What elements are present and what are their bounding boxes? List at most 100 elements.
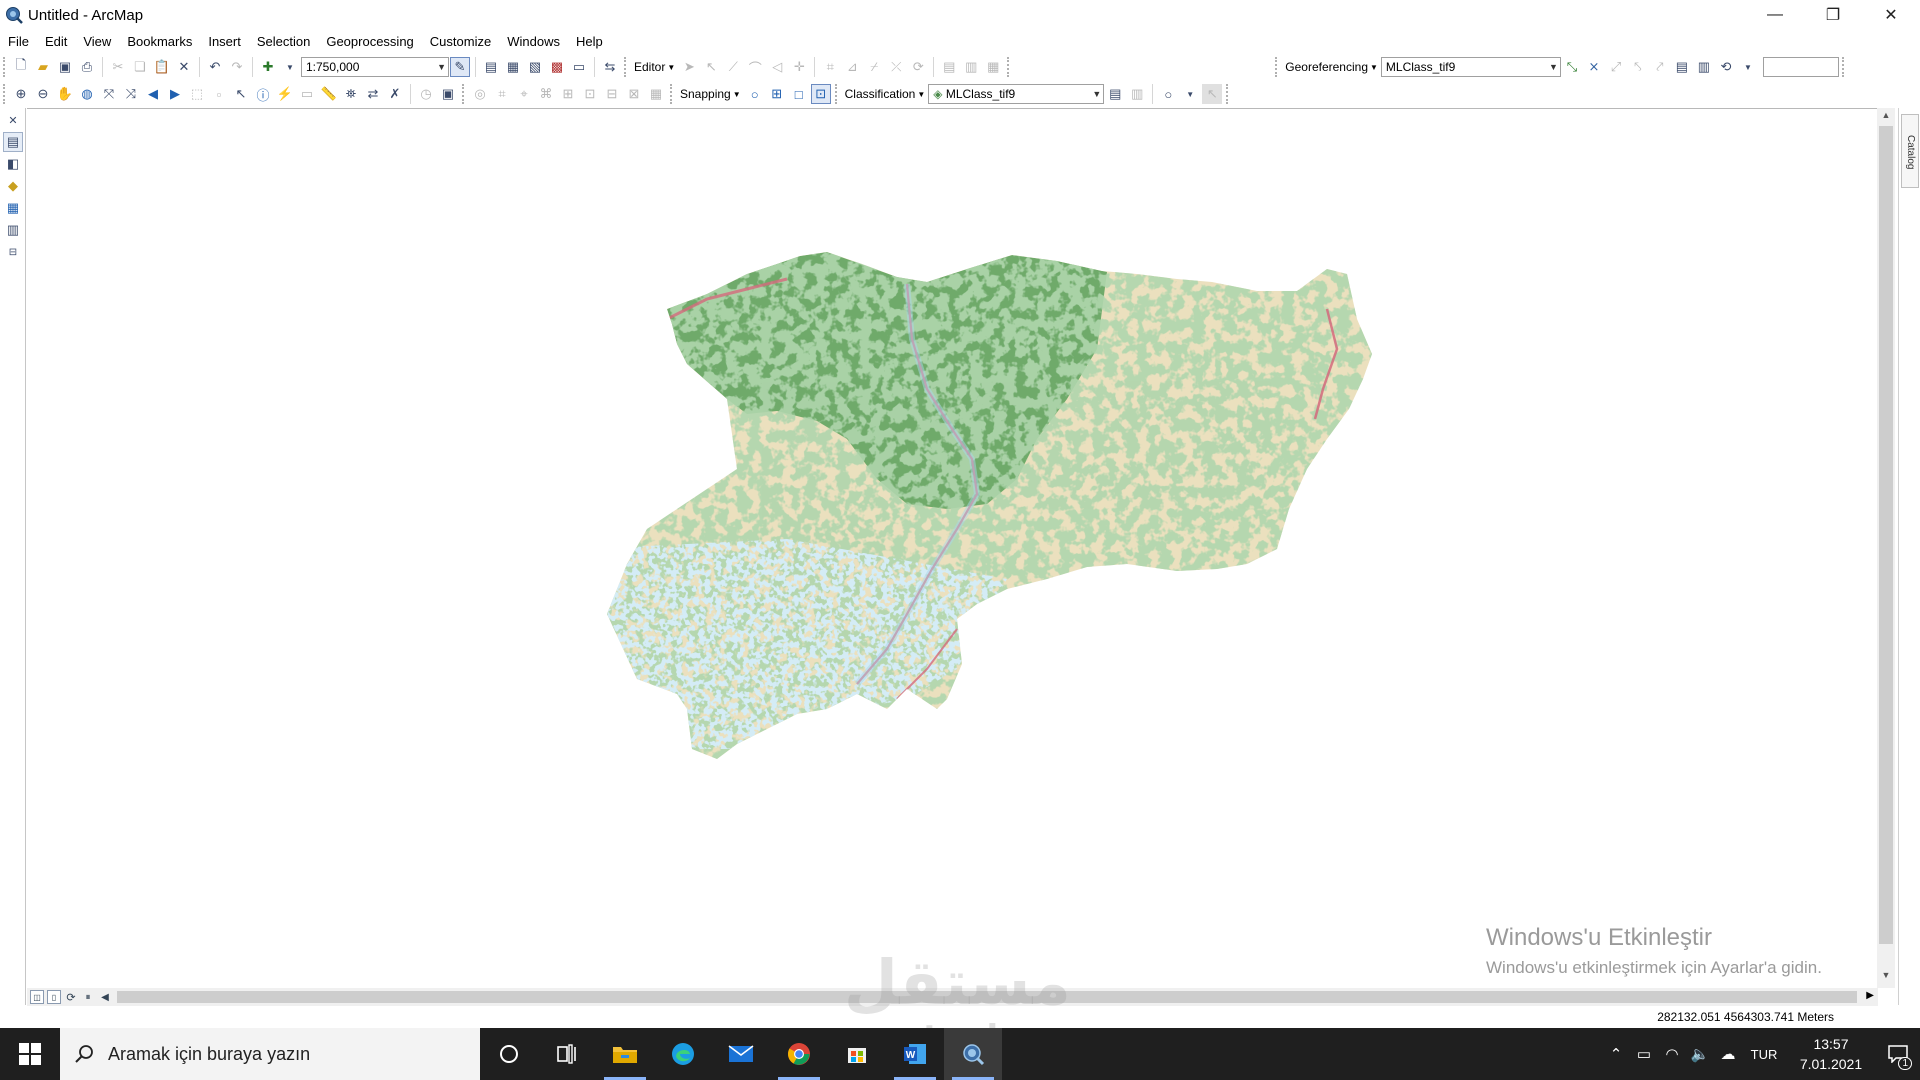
split-icon[interactable]: ⤫ <box>886 57 906 77</box>
layers-tab-icon[interactable]: ◆ <box>3 176 23 196</box>
shift-icon[interactable]: ⤢ <box>1606 57 1626 77</box>
battery-icon[interactable]: ▭ <box>1630 1045 1658 1063</box>
georef-input[interactable] <box>1762 57 1839 77</box>
georef-layer-combo[interactable]: MLClass_tif9 ▼ <box>1380 57 1561 77</box>
arctoolbox-icon[interactable]: ▩ <box>547 57 567 77</box>
open-folder-icon[interactable]: ▰ <box>33 57 53 77</box>
create-viewer-window-icon[interactable]: ▣ <box>438 84 458 104</box>
cut-icon[interactable]: ✂ <box>108 57 128 77</box>
snapping-toolbar-icon[interactable]: ◎ <box>470 84 490 104</box>
topology-edit-icon[interactable]: ⌘ <box>536 84 556 104</box>
validate-icon[interactable]: ⊡ <box>580 84 600 104</box>
notification-center-button[interactable]: 1 <box>1876 1028 1920 1080</box>
menu-bookmarks[interactable]: Bookmarks <box>119 34 200 49</box>
draw-dropdown-icon[interactable]: ▼ <box>1180 84 1200 104</box>
map-topology-icon[interactable]: ⌖ <box>514 84 534 104</box>
identify-icon[interactable]: ⓘ <box>253 84 273 104</box>
scroll-right-icon[interactable]: ▶ <box>1866 990 1874 1001</box>
close-button[interactable]: ✕ <box>1862 0 1920 30</box>
measure-icon[interactable]: 📏 <box>319 84 339 104</box>
reshape-icon[interactable]: ⊿ <box>842 57 862 77</box>
point-icon[interactable]: ✛ <box>789 57 809 77</box>
microsoft-store-button[interactable] <box>828 1028 886 1080</box>
scroll-up-icon[interactable]: ▲ <box>1877 110 1895 126</box>
undo-icon[interactable]: ↶ <box>205 57 225 77</box>
classification-menu[interactable]: Classification ▼ <box>842 87 929 101</box>
source-tab-icon[interactable]: ◧ <box>3 154 23 174</box>
print-icon[interactable]: ⎙ <box>77 57 97 77</box>
auto-registration-icon[interactable]: ⟲ <box>1716 57 1736 77</box>
endpoint-arc-icon[interactable]: ⌒ <box>745 57 765 77</box>
georeferencing-menu[interactable]: Georeferencing ▼ <box>1282 60 1381 74</box>
redo-icon[interactable]: ↷ <box>227 57 247 77</box>
menu-windows[interactable]: Windows <box>499 34 568 49</box>
paste-icon[interactable]: 📋 <box>152 57 172 77</box>
straight-segment-icon[interactable]: ⟋ <box>723 57 743 77</box>
forward-extent-icon[interactable]: ▶ <box>165 84 185 104</box>
full-extent-globe-icon[interactable]: ◍ <box>77 84 97 104</box>
rotate-georef-icon[interactable]: ⤡ <box>1562 57 1582 77</box>
editor-toolbar-icon[interactable]: ✎ <box>450 57 470 77</box>
attributes-icon[interactable]: ▤ <box>939 57 959 77</box>
link-table-icon[interactable]: ▤ <box>1672 57 1692 77</box>
snapping-menu[interactable]: Snapping ▼ <box>677 87 744 101</box>
layout-view-icon[interactable]: ▯ <box>47 990 61 1004</box>
fixed-zoom-in-icon[interactable]: ⤧ <box>99 84 119 104</box>
zoom-out-icon[interactable]: ⊖ <box>33 84 53 104</box>
clear-selection-icon[interactable]: ▫ <box>209 84 229 104</box>
select-by-rectangle-icon[interactable]: ⬚ <box>187 84 207 104</box>
map-scale-combo[interactable]: 1:750,000 ▼ <box>301 57 449 77</box>
draw-polygon-circle-icon[interactable]: ○ <box>1158 84 1178 104</box>
delete-icon[interactable]: ✕ <box>174 57 194 77</box>
shared-features-icon[interactable]: ⊞ <box>558 84 578 104</box>
menu-selection[interactable]: Selection <box>249 34 318 49</box>
add-data-icon[interactable]: ✚ <box>258 57 278 77</box>
error-inspector-icon[interactable]: ⊠ <box>624 84 644 104</box>
data-view-icon[interactable]: ◫ <box>30 990 44 1004</box>
file-explorer-button[interactable] <box>596 1028 654 1080</box>
menu-edit[interactable]: Edit <box>37 34 75 49</box>
scrollbar-thumb[interactable] <box>1879 126 1893 944</box>
volume-icon[interactable]: 🔈 <box>1686 1045 1714 1063</box>
menu-customize[interactable]: Customize <box>422 34 499 49</box>
restore-button[interactable]: ❐ <box>1804 0 1862 30</box>
editor-menu[interactable]: Editor ▼ <box>631 60 678 74</box>
save-icon[interactable]: ▣ <box>55 57 75 77</box>
rotate-icon[interactable]: ⟳ <box>908 57 928 77</box>
point-snapping-icon[interactable]: ○ <box>745 84 765 104</box>
go-to-xy-icon[interactable]: ✗ <box>385 84 405 104</box>
map-display[interactable] <box>27 108 1878 991</box>
minimize-button[interactable]: — <box>1746 0 1804 30</box>
wifi-icon[interactable]: ◠ <box>1658 1045 1686 1063</box>
find-binoculars-icon[interactable]: ⛯ <box>341 84 361 104</box>
input-language[interactable]: TUR <box>1742 1047 1786 1062</box>
create-features-icon[interactable]: ▦ <box>983 57 1003 77</box>
menu-view[interactable]: View <box>75 34 119 49</box>
edge-browser-button[interactable] <box>654 1028 712 1080</box>
cut-polygons-icon[interactable]: ⌿ <box>864 57 884 77</box>
back-extent-icon[interactable]: ◀ <box>143 84 163 104</box>
arcmap-taskbar-button[interactable] <box>944 1028 1002 1080</box>
training-sample-manager-icon[interactable]: ▤ <box>1105 84 1125 104</box>
edit-vertices-icon[interactable]: ⌗ <box>820 57 840 77</box>
pause-drawing-icon[interactable]: ⏸ <box>81 990 95 1004</box>
edge-snapping-icon[interactable]: ⊡ <box>810 84 831 104</box>
search-window-icon[interactable]: ▧ <box>525 57 545 77</box>
python-window-icon[interactable]: ▭ <box>569 57 589 77</box>
catalog-tab[interactable]: Catalog <box>1901 114 1919 188</box>
menu-file[interactable]: File <box>0 34 37 49</box>
map-vertical-scrollbar[interactable]: ▲ ▼ <box>1877 108 1895 988</box>
list-tab-icon[interactable]: ▥ <box>3 220 23 240</box>
scroll-down-icon[interactable]: ▼ <box>1877 970 1895 986</box>
new-document-icon[interactable]: 🗋 <box>11 57 31 77</box>
start-button[interactable] <box>0 1028 60 1080</box>
trace-icon[interactable]: ◁ <box>767 57 787 77</box>
zoom-in-icon[interactable]: ⊕ <box>11 84 31 104</box>
classification-layer-combo[interactable]: ◈ MLClass_tif9 ▼ <box>928 84 1105 104</box>
table-of-contents-icon[interactable]: ▤ <box>481 57 501 77</box>
topology-icon[interactable]: ⌗ <box>492 84 512 104</box>
onedrive-cloud-icon[interactable]: ☁ <box>1714 1045 1742 1063</box>
menu-insert[interactable]: Insert <box>200 34 249 49</box>
select-elements-icon[interactable]: ↖ <box>231 84 251 104</box>
georef-dropdown-icon[interactable]: ▼ <box>1738 57 1758 77</box>
